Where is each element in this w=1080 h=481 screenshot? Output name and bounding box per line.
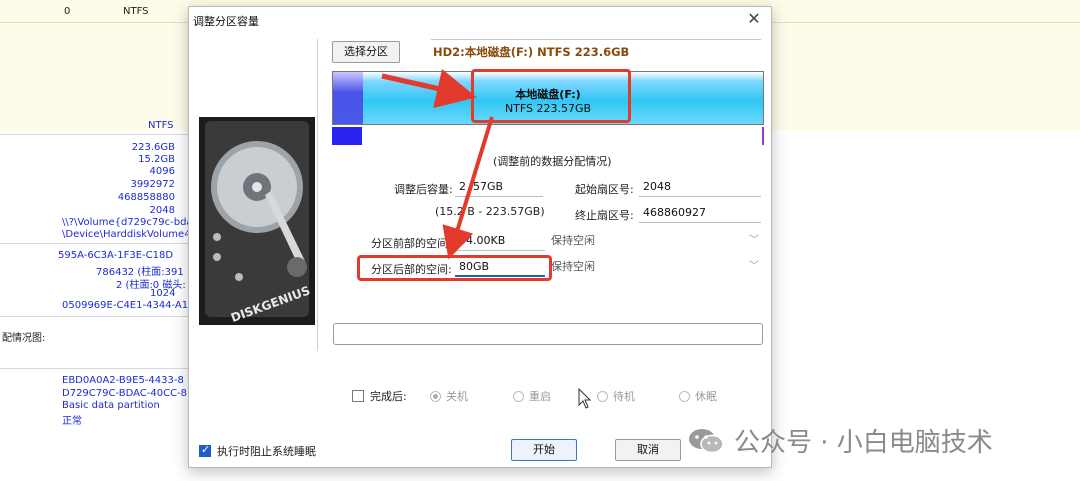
watermark-text: 公众号 · 小白电脑技术 (734, 428, 993, 458)
arrow-to-partition (381, 69, 477, 109)
watermark: 公众号 · 小白电脑技术 (688, 422, 993, 459)
mouse-cursor-icon (578, 388, 592, 409)
wechat-icon (689, 428, 724, 453)
annotation-arrows (381, 69, 494, 260)
arrow-to-rear-space (442, 116, 494, 260)
